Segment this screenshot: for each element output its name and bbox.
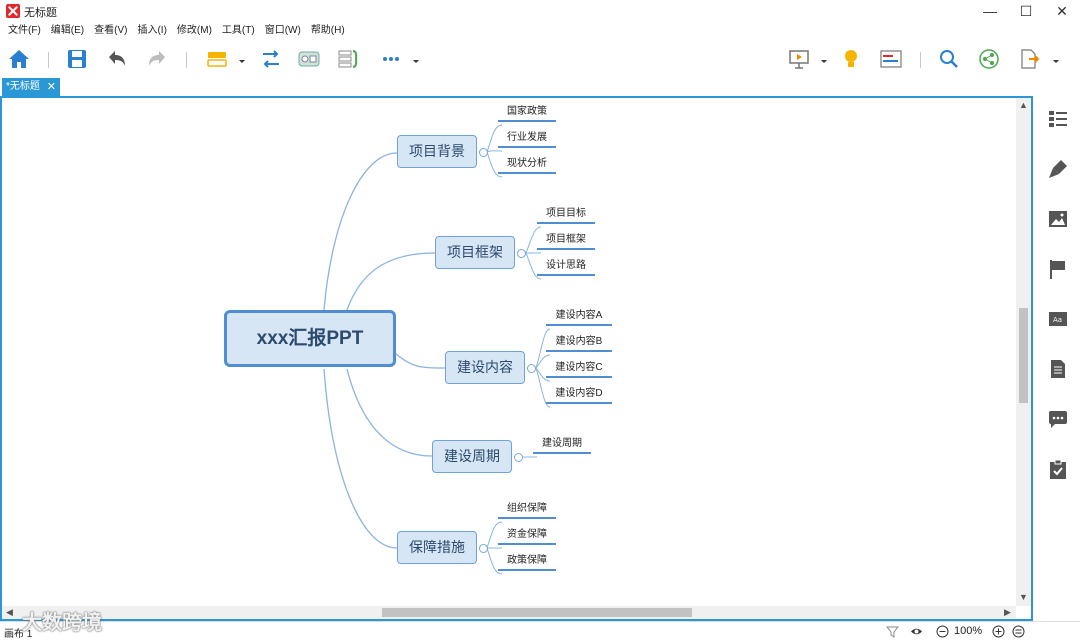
branch-topic[interactable]: 保障措施 (397, 531, 477, 564)
subtopic[interactable]: 建设内容A (546, 308, 612, 326)
subtopic[interactable]: 资金保障 (498, 527, 556, 545)
collapse-toggle-icon[interactable] (517, 249, 526, 258)
branch-topic[interactable]: 建设内容 (445, 351, 525, 384)
menu-bar: 文件(F) 编辑(E) 查看(V) 插入(I) 修改(M) 工具(T) 窗口(W… (0, 22, 1080, 40)
root-topic[interactable]: xxx汇报PPT (224, 310, 396, 367)
redo-icon[interactable] (144, 46, 170, 72)
menu-help[interactable]: 帮助(H) (307, 22, 349, 40)
save-icon[interactable] (64, 46, 90, 72)
maximize-button[interactable]: ☐ (1006, 0, 1046, 22)
notes-icon[interactable] (1047, 358, 1069, 380)
relationship-icon[interactable] (258, 46, 284, 72)
scroll-left-icon[interactable]: ◀ (4, 606, 15, 619)
outline-icon[interactable] (1047, 108, 1069, 130)
menu-modify[interactable]: 修改(M) (173, 22, 216, 40)
comment-icon[interactable] (1047, 408, 1069, 430)
status-bar: 画布 1 100% (0, 621, 1080, 641)
close-tab-icon[interactable]: ✕ (47, 78, 56, 96)
svg-text:Aa: Aa (1053, 316, 1062, 324)
horizontal-scroll-thumb[interactable] (382, 608, 692, 617)
subtopic[interactable]: 项目框架 (537, 232, 595, 250)
subtopic[interactable]: 建设内容C (546, 360, 612, 378)
image-icon[interactable] (1047, 208, 1069, 230)
undo-icon[interactable] (104, 46, 130, 72)
search-icon[interactable] (936, 46, 962, 72)
scroll-up-icon[interactable]: ▲ (1018, 100, 1029, 111)
task-clipboard-icon[interactable] (1047, 458, 1069, 480)
document-tab-bar: *无标题 ✕ (0, 78, 1080, 96)
scroll-right-icon[interactable]: ▶ (1002, 606, 1013, 619)
home-icon[interactable] (6, 46, 32, 72)
toolbar (0, 40, 1080, 78)
marker-flag-icon[interactable] (1047, 258, 1069, 280)
subtopic[interactable]: 行业发展 (498, 130, 556, 148)
gantt-icon[interactable] (878, 46, 904, 72)
menu-tools[interactable]: 工具(T) (218, 22, 259, 40)
zoom-out-icon[interactable] (936, 625, 949, 638)
subtopic[interactable]: 国家政策 (498, 104, 556, 122)
branch-topic[interactable]: 项目框架 (435, 236, 515, 269)
export-icon[interactable] (1016, 46, 1042, 72)
document-tab-label: *无标题 (6, 81, 40, 92)
branch-topic[interactable]: 建设周期 (432, 440, 512, 473)
share-icon[interactable] (976, 46, 1002, 72)
subtopic[interactable]: 建设内容B (546, 334, 612, 352)
collapse-toggle-icon[interactable] (479, 544, 488, 553)
scroll-down-icon[interactable]: ▼ (1018, 592, 1029, 603)
subtopic[interactable]: 建设周期 (533, 436, 591, 454)
boundary-icon[interactable] (296, 46, 322, 72)
subtopic[interactable]: 设计思路 (537, 258, 595, 276)
subtopic[interactable]: 组织保障 (498, 501, 556, 519)
right-side-panel: Aa (1035, 96, 1080, 621)
chevron-down-icon[interactable] (1052, 53, 1060, 63)
zoom-level: 100% (954, 625, 983, 637)
collapse-toggle-icon[interactable] (514, 453, 523, 462)
subtopic[interactable]: 政策保障 (498, 553, 556, 571)
chevron-down-icon[interactable] (820, 53, 828, 63)
subtopic[interactable]: 现状分析 (498, 156, 556, 174)
menu-insert[interactable]: 插入(I) (133, 22, 170, 40)
document-tab[interactable]: *无标题 ✕ (2, 78, 60, 96)
menu-view[interactable]: 查看(V) (90, 22, 131, 40)
vertical-scroll-thumb[interactable] (1019, 308, 1028, 403)
text-style-icon[interactable]: Aa (1047, 308, 1069, 330)
collapse-toggle-icon[interactable] (527, 364, 536, 373)
topic-style-icon[interactable] (204, 46, 230, 72)
more-icon[interactable] (378, 46, 404, 72)
subtopic[interactable]: 项目目标 (537, 206, 595, 224)
horizontal-scrollbar[interactable]: ◀ ▶ (2, 606, 1016, 619)
menu-edit[interactable]: 编辑(E) (47, 22, 88, 40)
mindmap-canvas[interactable]: xxx汇报PPT 项目背景 国家政策 行业发展 现状分析 项目框架 项目目标 项… (0, 96, 1033, 621)
zoom-in-icon[interactable] (992, 625, 1005, 638)
chevron-down-icon[interactable] (238, 53, 246, 63)
eye-icon[interactable] (910, 625, 923, 638)
close-window-button[interactable]: ✕ (1042, 0, 1080, 22)
minimize-button[interactable]: — (970, 0, 1010, 22)
format-brush-icon[interactable] (1047, 158, 1069, 180)
vertical-scrollbar[interactable]: ▲ ▼ (1016, 98, 1031, 606)
menu-window[interactable]: 窗口(W) (261, 22, 305, 40)
filter-icon[interactable] (885, 625, 900, 638)
summary-icon[interactable] (336, 46, 362, 72)
title-bar: 无标题 — ☐ ✕ (0, 0, 1080, 22)
presentation-icon[interactable] (786, 46, 812, 72)
branch-topic[interactable]: 项目背景 (397, 135, 477, 168)
window-title: 无标题 (24, 7, 57, 19)
fit-view-icon[interactable] (1012, 625, 1025, 638)
chevron-down-icon[interactable] (412, 53, 420, 63)
app-logo-icon (6, 4, 20, 18)
watermark-text: 大数跨境 (22, 612, 102, 634)
collapse-toggle-icon[interactable] (479, 148, 488, 157)
menu-file[interactable]: 文件(F) (4, 22, 45, 40)
subtopic[interactable]: 建设内容D (546, 386, 612, 404)
idea-bulb-icon[interactable] (838, 46, 864, 72)
